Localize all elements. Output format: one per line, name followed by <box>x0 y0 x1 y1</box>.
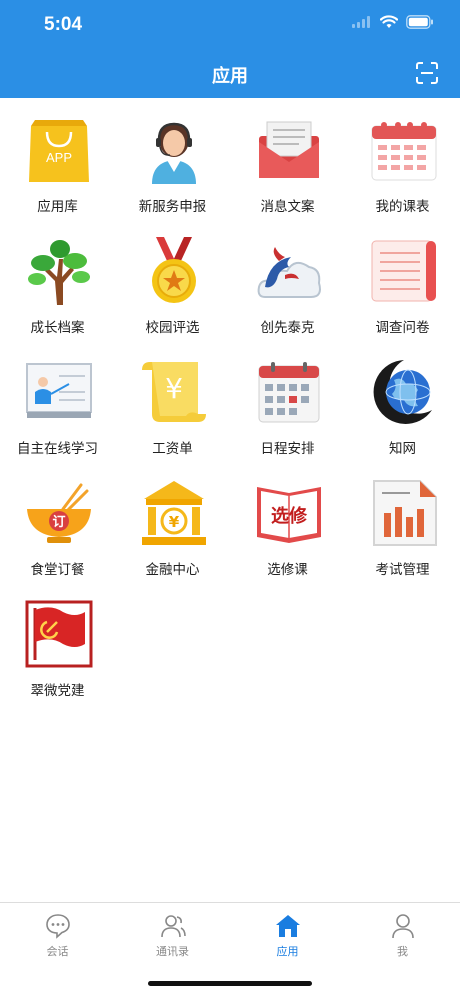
app-label: 食堂订餐 <box>30 562 85 578</box>
tab-apps[interactable]: 应用 <box>230 903 345 973</box>
home-indicator[interactable] <box>148 981 312 986</box>
app-item[interactable]: 自主在线学习 <box>0 340 115 461</box>
app-item[interactable]: 成长档案 <box>0 219 115 340</box>
calendar-icon <box>371 122 437 181</box>
home-icon <box>276 915 300 937</box>
app-store-bag-icon: APP <box>29 120 89 182</box>
bank-icon: ¥ <box>142 481 206 545</box>
presentation-board-icon <box>26 363 92 418</box>
app-label: 金融中心 <box>145 562 200 578</box>
app-label: 翠微党建 <box>30 683 85 699</box>
contacts-icon <box>161 915 186 938</box>
app-label: 日程安排 <box>260 441 315 457</box>
tab-label: 会话 <box>46 945 69 958</box>
order-text: 订 <box>52 514 65 530</box>
app-label: 调查问卷 <box>375 320 430 336</box>
open-book-icon: 选修 <box>257 487 321 543</box>
app-text: APP <box>46 150 72 165</box>
app-label: 创先泰克 <box>260 320 315 336</box>
app-item[interactable]: 日程安排 <box>230 340 345 461</box>
app-item[interactable]: 翠微党建 <box>0 582 115 703</box>
app-item[interactable]: APP 应用库 <box>0 98 115 219</box>
app-item[interactable]: 选修 选修课 <box>230 461 345 582</box>
yen-scroll-icon: ¥ <box>142 362 206 422</box>
tree-icon <box>28 240 90 305</box>
medal-icon <box>152 237 196 303</box>
app-label: 工资单 <box>152 441 193 457</box>
yen-text: ¥ <box>169 513 180 531</box>
globe-icon <box>373 360 432 424</box>
app-item[interactable]: ¥ 金融中心 <box>115 461 230 582</box>
tab-label: 通讯录 <box>156 945 189 958</box>
app-label: 消息文案 <box>260 199 315 215</box>
person-icon <box>392 914 414 939</box>
app-label: 新服务申报 <box>138 199 207 215</box>
wifi-icon <box>380 15 398 28</box>
schedule-calendar-icon <box>258 362 320 423</box>
yen-text: ¥ <box>165 372 183 405</box>
top-bar: 5:04 应用 <box>0 0 460 98</box>
party-flag-icon <box>25 600 93 668</box>
envelope-icon <box>259 121 319 178</box>
app-item[interactable]: 消息文案 <box>230 98 345 219</box>
tab-contacts[interactable]: 通讯录 <box>115 903 230 973</box>
app-label: 自主在线学习 <box>17 441 98 457</box>
status-time: 5:04 <box>44 14 83 35</box>
app-item[interactable]: 订 食堂订餐 <box>0 461 115 582</box>
app-label: 成长档案 <box>30 320 85 336</box>
app-label: 考试管理 <box>375 562 430 578</box>
scan-icon[interactable] <box>416 62 438 84</box>
app-item[interactable]: 我的课表 <box>345 98 460 219</box>
dolphin-cloud-icon <box>257 247 321 298</box>
status-icons <box>352 15 434 29</box>
app-item[interactable]: 调查问卷 <box>345 219 460 340</box>
app-label: 知网 <box>389 441 416 457</box>
app-item[interactable]: 考试管理 <box>345 461 460 582</box>
app-item[interactable]: 新服务申报 <box>115 98 230 219</box>
chat-bubble-icon <box>46 914 70 939</box>
app-label: 应用库 <box>37 199 78 215</box>
app-item[interactable]: 校园评选 <box>115 219 230 340</box>
app-label: 校园评选 <box>145 320 200 336</box>
tab-label: 应用 <box>276 945 299 958</box>
app-item[interactable]: 知网 <box>345 340 460 461</box>
elective-text: 选修 <box>271 505 308 527</box>
battery-icon <box>406 15 433 29</box>
app-item[interactable]: ¥ 工资单 <box>115 340 230 461</box>
tab-label: 我 <box>397 945 408 958</box>
bar-chart-document-icon <box>373 480 437 546</box>
app-item[interactable]: 创先泰克 <box>230 219 345 340</box>
app-label: 我的课表 <box>375 199 430 215</box>
tab-chat[interactable]: 会话 <box>0 903 115 973</box>
customer-service-agent-icon <box>152 122 196 184</box>
signal-icon <box>352 16 370 28</box>
app-label: 选修课 <box>267 562 308 578</box>
bowl-chopsticks-icon: 订 <box>27 483 91 543</box>
scroll-document-icon <box>371 240 436 302</box>
tab-me[interactable]: 我 <box>345 903 460 973</box>
page-title: 应用 <box>212 66 248 87</box>
